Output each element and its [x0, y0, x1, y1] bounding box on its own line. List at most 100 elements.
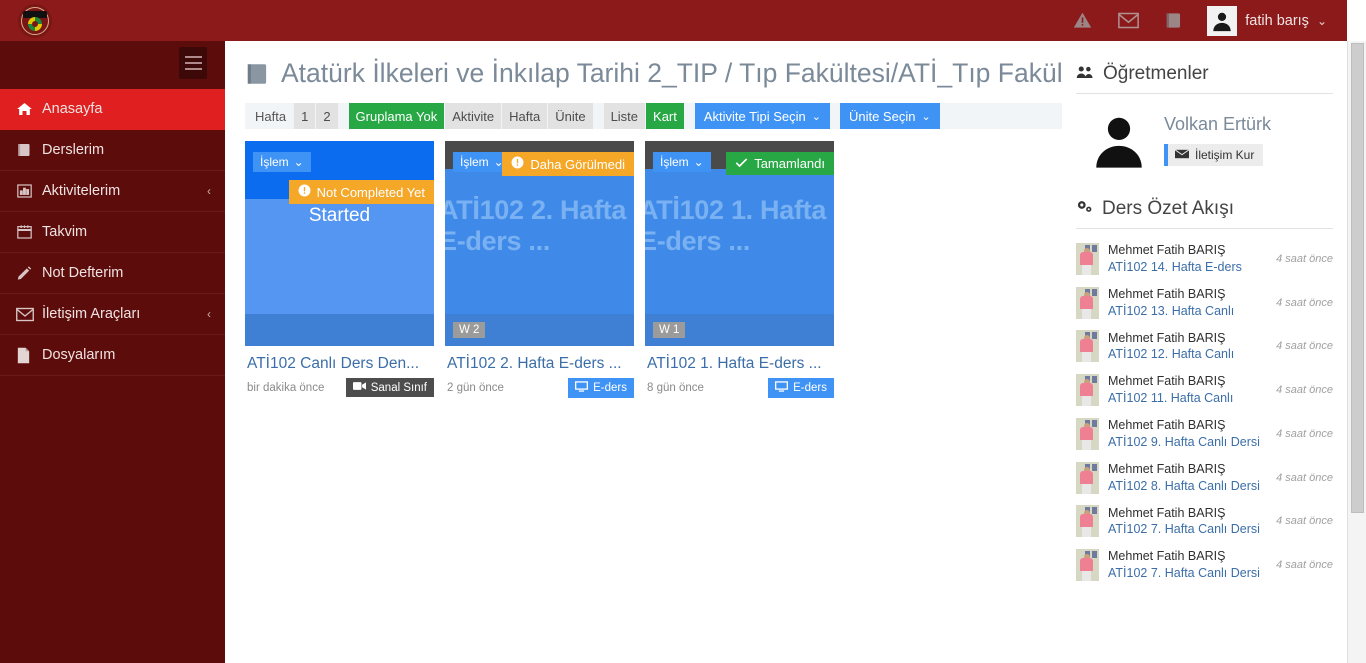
feed-subject[interactable]: ATİ102 14. Hafta E-ders	[1108, 259, 1267, 276]
unit-dropdown[interactable]: Ünite Seçin ⌄	[839, 103, 940, 129]
activity-card[interactable]: ATİ102 2. Hafta E-ders ... İşlem ⌄ Daha …	[445, 141, 634, 398]
view-option-liste[interactable]: Liste	[603, 103, 646, 129]
feed-subject[interactable]: ATİ102 12. Hafta Canlı	[1108, 346, 1267, 363]
activity-card[interactable]: İşlem ⌄ Not Completed Yet Started ATİ102…	[245, 141, 434, 398]
card-action-menu[interactable]: İşlem ⌄	[253, 152, 311, 172]
feed-subject[interactable]: ATİ102 8. Hafta Canlı Dersi	[1108, 478, 1267, 495]
grouping-option-gruplama-yok[interactable]: Gruplama Yok	[348, 103, 445, 129]
file-icon	[16, 347, 42, 364]
chart-bar-icon	[16, 183, 42, 199]
card-type-chip[interactable]: E-ders	[768, 378, 834, 398]
feed-panel-heading: Ders Özet Akışı	[1076, 172, 1333, 229]
exclamation-circle-icon	[298, 184, 311, 200]
hamburger-menu-icon[interactable]	[179, 47, 207, 79]
view-selector: Liste Kart	[603, 103, 685, 129]
activity-type-dropdown[interactable]: Aktivite Tipi Seçin ⌄	[694, 103, 830, 129]
teachers-panel-heading: Öğretmenler	[1076, 41, 1333, 94]
envelope-icon	[16, 307, 42, 322]
alert-triangle-icon[interactable]	[1069, 8, 1095, 34]
card-preview-image: ATİ102 2. Hafta E-ders ...	[445, 169, 634, 315]
sidebar-label: Not Defterim	[42, 265, 124, 281]
view-option-kart[interactable]: Kart	[646, 103, 684, 129]
list-item[interactable]: Mehmet Fatih BARIŞ ATİ102 9. Hafta Canlı…	[1076, 412, 1333, 456]
card-title[interactable]: ATİ102 1. Hafta E-ders ...	[645, 346, 834, 373]
feed-subject[interactable]: ATİ102 9. Hafta Canlı Dersi	[1108, 434, 1267, 451]
card-timestamp: 8 gün önce	[647, 382, 704, 394]
logo-container[interactable]	[0, 0, 225, 41]
university-crest-logo[interactable]	[18, 3, 52, 38]
list-item[interactable]: Mehmet Fatih BARIŞ ATİ102 11. Hafta Canl…	[1076, 368, 1333, 412]
list-item[interactable]: Mehmet Fatih BARIŞ ATİ102 12. Hafta Canl…	[1076, 325, 1333, 369]
envelope-icon[interactable]	[1115, 8, 1141, 34]
feed-subject[interactable]: ATİ102 11. Hafta Canlı	[1108, 390, 1267, 407]
list-item[interactable]: Mehmet Fatih BARIŞ ATİ102 14. Hafta E-de…	[1076, 237, 1333, 281]
feed-author: Mehmet Fatih BARIŞ	[1108, 286, 1226, 301]
sidebar-item-not-defterim[interactable]: Not Defterim	[0, 253, 225, 294]
feed-timestamp: 4 saat önce	[1276, 471, 1333, 484]
list-item[interactable]: Mehmet Fatih BARIŞ ATİ102 13. Hafta Canl…	[1076, 281, 1333, 325]
card-title[interactable]: ATİ102 2. Hafta E-ders ...	[445, 346, 634, 373]
grouping-option-hafta[interactable]: Hafta	[502, 103, 548, 129]
sidebar-item-takvim[interactable]: Takvim	[0, 212, 225, 253]
week-button-1[interactable]: 1	[294, 103, 316, 129]
contact-label: İletişim Kur	[1195, 148, 1255, 162]
pencil-icon	[16, 265, 42, 281]
list-item[interactable]: Mehmet Fatih BARIŞ ATİ102 7. Hafta Canlı…	[1076, 543, 1333, 587]
grouping-option-aktivite[interactable]: Aktivite	[445, 103, 502, 129]
card-type-chip[interactable]: Sanal Sınıf	[345, 378, 434, 397]
feed-subject[interactable]: ATİ102 7. Hafta Canlı Dersi	[1108, 521, 1267, 538]
action-label: İşlem	[260, 155, 289, 169]
week-button-2[interactable]: 2	[316, 103, 338, 129]
list-item[interactable]: Mehmet Fatih BARIŞ ATİ102 7. Hafta Canlı…	[1076, 500, 1333, 544]
activity-card[interactable]: ATİ102 1. Hafta E-ders ... İşlem ⌄ Tamam…	[645, 141, 834, 398]
feed-timestamp: 4 saat önce	[1276, 559, 1333, 572]
course-summary-feed: Mehmet Fatih BARIŞ ATİ102 14. Hafta E-de…	[1076, 229, 1333, 587]
sidebar-label: Derslerim	[42, 142, 105, 158]
card-thumbnail[interactable]: İşlem ⌄ Not Completed Yet Started	[245, 141, 434, 346]
sidebar-item-iletisim-araclari[interactable]: İletişim Araçları ‹	[0, 294, 225, 335]
card-preview-image: ATİ102 1. Hafta E-ders ...	[645, 169, 834, 315]
chevron-down-icon: ⌄	[1316, 13, 1327, 28]
sidebar-item-derslerim[interactable]: Derslerim	[0, 130, 225, 171]
feed-timestamp: 4 saat önce	[1276, 427, 1333, 440]
card-action-menu[interactable]: İşlem ⌄	[653, 152, 711, 172]
card-title[interactable]: ATİ102 Canlı Ders Den...	[245, 346, 434, 373]
video-camera-icon	[352, 381, 366, 394]
user-menu[interactable]: fatih barış ⌄	[1207, 5, 1333, 36]
sidebar-item-aktivitelerim[interactable]: Aktivitelerim ‹	[0, 171, 225, 212]
scrollbar-thumb[interactable]	[1351, 43, 1364, 513]
book-icon	[16, 142, 42, 158]
check-icon	[735, 156, 748, 171]
card-timestamp: 2 gün önce	[447, 382, 504, 394]
right-sidebar: Öğretmenler Volkan Ertürk İletişim Kur D…	[1062, 41, 1347, 663]
card-type-chip[interactable]: E-ders	[568, 378, 634, 398]
teacher-name: Volkan Ertürk	[1164, 114, 1272, 134]
card-preview-title: ATİ102 1. Hafta E-ders ...	[645, 195, 827, 257]
week-tag: W 1	[653, 322, 686, 338]
calendar-icon	[16, 224, 42, 240]
dropdown-label: Aktivite Tipi Seçin	[703, 108, 806, 124]
feed-author: Mehmet Fatih BARIŞ	[1108, 461, 1226, 476]
book-icon	[245, 61, 271, 87]
card-thumbnail[interactable]: ATİ102 2. Hafta E-ders ... İşlem ⌄ Daha …	[445, 141, 634, 346]
sidebar-item-dosyalarim[interactable]: Dosyalarım	[0, 335, 225, 376]
feed-avatar	[1076, 330, 1099, 363]
feed-subject[interactable]: ATİ102 7. Hafta Canlı Dersi	[1108, 565, 1267, 582]
feed-timestamp: 4 saat önce	[1276, 340, 1333, 353]
feed-timestamp: 4 saat önce	[1276, 515, 1333, 528]
feed-avatar	[1076, 549, 1099, 582]
contact-teacher-button[interactable]: İletişim Kur	[1164, 144, 1264, 166]
sidebar-label: Takvim	[42, 224, 88, 240]
sidebar-label: Anasayfa	[42, 101, 103, 117]
grouping-option-unite[interactable]: Ünite	[548, 103, 593, 129]
feed-author: Mehmet Fatih BARIŞ	[1108, 549, 1226, 564]
sidebar-label: Dosyalarım	[42, 347, 116, 363]
list-item[interactable]: Mehmet Fatih BARIŞ ATİ102 8. Hafta Canlı…	[1076, 456, 1333, 500]
book-icon[interactable]	[1161, 8, 1187, 34]
monitor-icon	[575, 381, 589, 395]
feed-subject[interactable]: ATİ102 13. Hafta Canlı	[1108, 303, 1267, 320]
avatar	[1207, 5, 1238, 36]
sidebar-item-anasayfa[interactable]: Anasayfa	[0, 89, 225, 130]
card-thumbnail[interactable]: ATİ102 1. Hafta E-ders ... İşlem ⌄ Tamam…	[645, 141, 834, 346]
page-scrollbar[interactable]	[1347, 41, 1366, 663]
